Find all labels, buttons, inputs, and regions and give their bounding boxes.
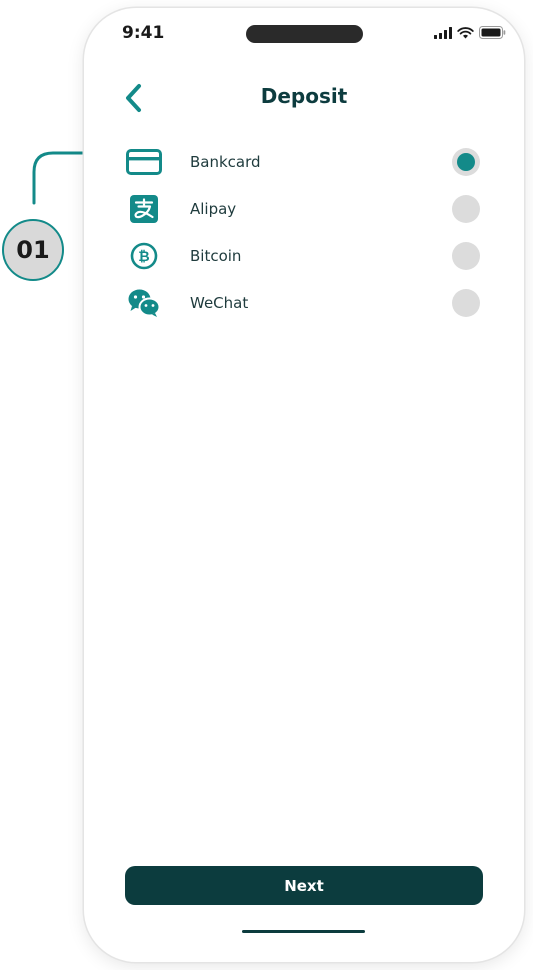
bitcoin-icon: ₿ [130, 242, 158, 270]
wechat-icon [128, 289, 161, 317]
radio-unselected[interactable] [452, 195, 480, 223]
page-title: Deposit [260, 84, 348, 108]
signal-icon [434, 26, 452, 39]
alipay-icon [130, 195, 158, 223]
payment-option-label: WeChat [190, 294, 249, 312]
credit-card-icon [126, 149, 162, 175]
radio-unselected[interactable] [452, 289, 480, 317]
radio-selected[interactable] [452, 148, 480, 176]
step-badge-label: 01 [16, 236, 50, 264]
payment-option-label: Bitcoin [190, 247, 242, 265]
battery-icon [479, 26, 506, 39]
payment-option-wechat[interactable]: WeChat [124, 285, 480, 321]
home-indicator [242, 930, 365, 933]
payment-option-bankcard[interactable]: Bankcard [124, 144, 480, 180]
status-time: 9:41 [122, 23, 165, 43]
payment-option-bitcoin[interactable]: ₿ Bitcoin [124, 238, 480, 274]
payment-option-label: Bankcard [190, 153, 261, 171]
phone-frame: 9:41 Deposit Bankcard Alipay ₿ Bitcoin W… [84, 8, 524, 962]
svg-text:₿: ₿ [138, 249, 149, 265]
radio-unselected[interactable] [452, 242, 480, 270]
wifi-icon [457, 26, 474, 38]
payment-option-label: Alipay [190, 200, 237, 218]
radio-dot [457, 153, 475, 171]
dynamic-island [246, 25, 363, 43]
stage: 01 9:41 Deposit Bankcard Alipay ₿ Bitcoi… [0, 0, 533, 970]
step-badge: 01 [2, 219, 64, 281]
payment-option-alipay[interactable]: Alipay [124, 191, 480, 227]
status-icons [434, 26, 506, 39]
next-button[interactable]: Next [125, 866, 483, 905]
